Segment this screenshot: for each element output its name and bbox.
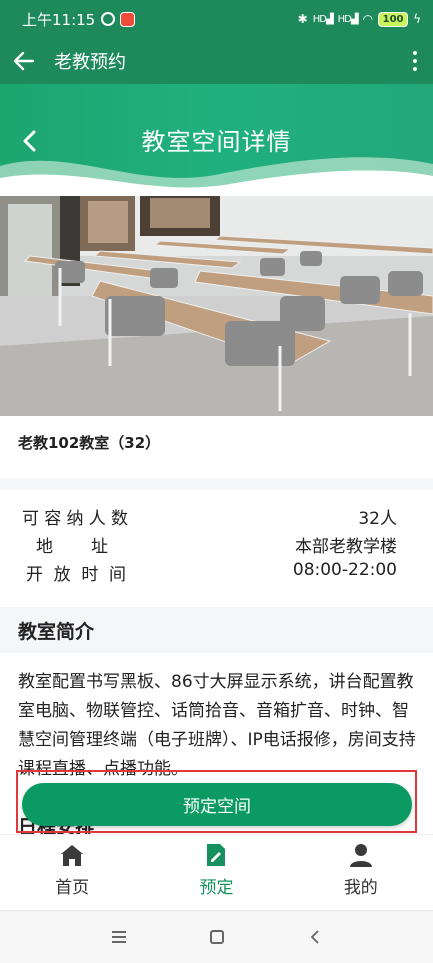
edit-document-icon: [207, 844, 226, 866]
intro-text: 教室配置书写黑板、86寸大屏显示系统，讲台配置教室电脑、物联管控、话筒拾音、音箱…: [18, 672, 416, 779]
status-time: 上午11:15: [22, 10, 96, 29]
info-row-capacity: 可容纳人数 32人: [0, 504, 433, 532]
more-vertical-icon[interactable]: [397, 38, 433, 84]
info-label: 地址: [36, 537, 132, 557]
tab-profile[interactable]: 我的: [289, 835, 433, 910]
menu-icon[interactable]: [70, 931, 168, 943]
tab-label-profile: 我的: [343, 878, 378, 898]
app-bar: 老教预约: [0, 38, 433, 84]
bottom-tab-bar: 首页 预定 我的: [0, 834, 433, 910]
info-row-open-time: 开放时间 08:00-22:00: [0, 560, 433, 588]
app-notification-icon: [120, 11, 136, 27]
status-bar: 上午11:15 ✱ HD▟ HD▟ ◠ 100 ϟ: [0, 0, 433, 38]
battery-icon: 100: [378, 11, 409, 27]
home-square-icon[interactable]: [168, 930, 266, 944]
alarm-clock-icon: [101, 12, 116, 26]
home-icon: [61, 845, 84, 866]
signal-label-2: HD: [337, 13, 352, 25]
page-header: 教室空间详情: [0, 84, 433, 196]
section-title-intro: 教室简介: [0, 607, 433, 653]
status-right-icons: ✱ HD▟ HD▟ ◠ 100 ϟ: [297, 11, 421, 27]
info-value: 32人: [358, 509, 397, 529]
info-row-address: 地址 本部老教学楼: [0, 532, 433, 560]
info-label: 开放时间: [26, 565, 132, 585]
charging-icon: ϟ: [413, 12, 421, 26]
app-title: 老教预约: [54, 52, 126, 73]
signal-label-1: HD: [312, 13, 327, 25]
book-button-highlight: [16, 770, 417, 833]
info-value: 08:00-22:00: [292, 560, 397, 580]
arrow-left-icon[interactable]: [2, 38, 46, 84]
signal-icon-1: HD▟: [312, 13, 334, 25]
bluetooth-icon: ✱: [297, 12, 308, 26]
tab-home[interactable]: 首页: [0, 835, 144, 910]
signal-icon-2: HD▟: [337, 13, 359, 25]
user-icon: [349, 844, 372, 867]
wifi-icon: ◠: [362, 12, 374, 26]
tab-label-booking: 预定: [199, 878, 234, 898]
room-name: 老教102教室（32）: [18, 434, 161, 452]
status-left-icons: [101, 11, 136, 27]
info-label: 可容纳人数: [22, 509, 132, 529]
back-chevron-icon[interactable]: [266, 929, 364, 945]
divider: [0, 478, 433, 490]
tab-booking[interactable]: 预定: [144, 835, 288, 910]
header-wave: [0, 157, 433, 196]
info-value: 本部老教学楼: [295, 537, 397, 557]
tab-label-home: 首页: [55, 878, 90, 898]
battery-level: 100: [382, 13, 404, 25]
classroom-photo: [0, 196, 433, 416]
system-nav-bar: [0, 910, 433, 963]
